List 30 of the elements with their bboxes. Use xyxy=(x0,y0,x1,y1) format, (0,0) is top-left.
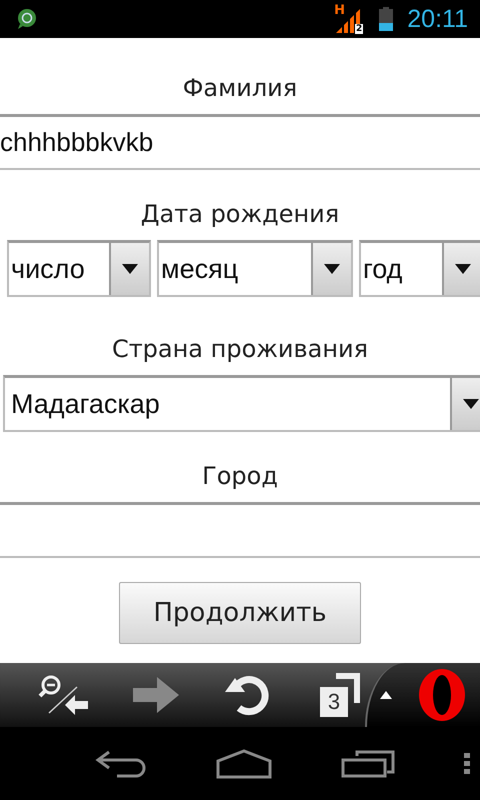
logo-icon xyxy=(417,668,468,722)
field-label: Город xyxy=(202,461,278,492)
overflow-menu-icon[interactable] xyxy=(464,752,470,774)
caret-icon xyxy=(463,399,479,409)
field-label: Страна проживания xyxy=(112,334,368,365)
text-field[interactable]: chhhbbbkvkb xyxy=(0,114,480,170)
clock: 20:11 xyxy=(407,4,468,34)
forward-icon[interactable] xyxy=(133,677,179,713)
dropdown[interactable]: Мадагаскар xyxy=(3,375,480,432)
zoom-out-icon[interactable] xyxy=(37,673,91,717)
caret-up-icon xyxy=(380,691,392,699)
network-type: H xyxy=(334,2,346,18)
dropdown[interactable]: год xyxy=(359,240,480,297)
field-label: Фамилия xyxy=(182,73,298,104)
back-icon[interactable] xyxy=(95,750,147,778)
dropdown[interactable]: число xyxy=(7,240,151,297)
battery-icon xyxy=(379,7,394,31)
reload-icon[interactable] xyxy=(225,674,271,716)
home-icon[interactable] xyxy=(216,748,272,778)
field-label: Дата рождения xyxy=(140,199,340,230)
recent-apps-icon[interactable] xyxy=(341,750,395,778)
caret-icon xyxy=(324,264,340,274)
dropdown[interactable]: месяц xyxy=(157,240,353,297)
continue-button[interactable]: Продолжить xyxy=(119,582,361,644)
sim-badge: 2 xyxy=(355,24,364,34)
tabs-button[interactable]: 3 xyxy=(320,673,360,717)
caret-icon xyxy=(122,264,138,274)
chat-icon xyxy=(16,8,38,30)
text-field[interactable] xyxy=(0,502,480,558)
caret-icon xyxy=(455,264,471,274)
